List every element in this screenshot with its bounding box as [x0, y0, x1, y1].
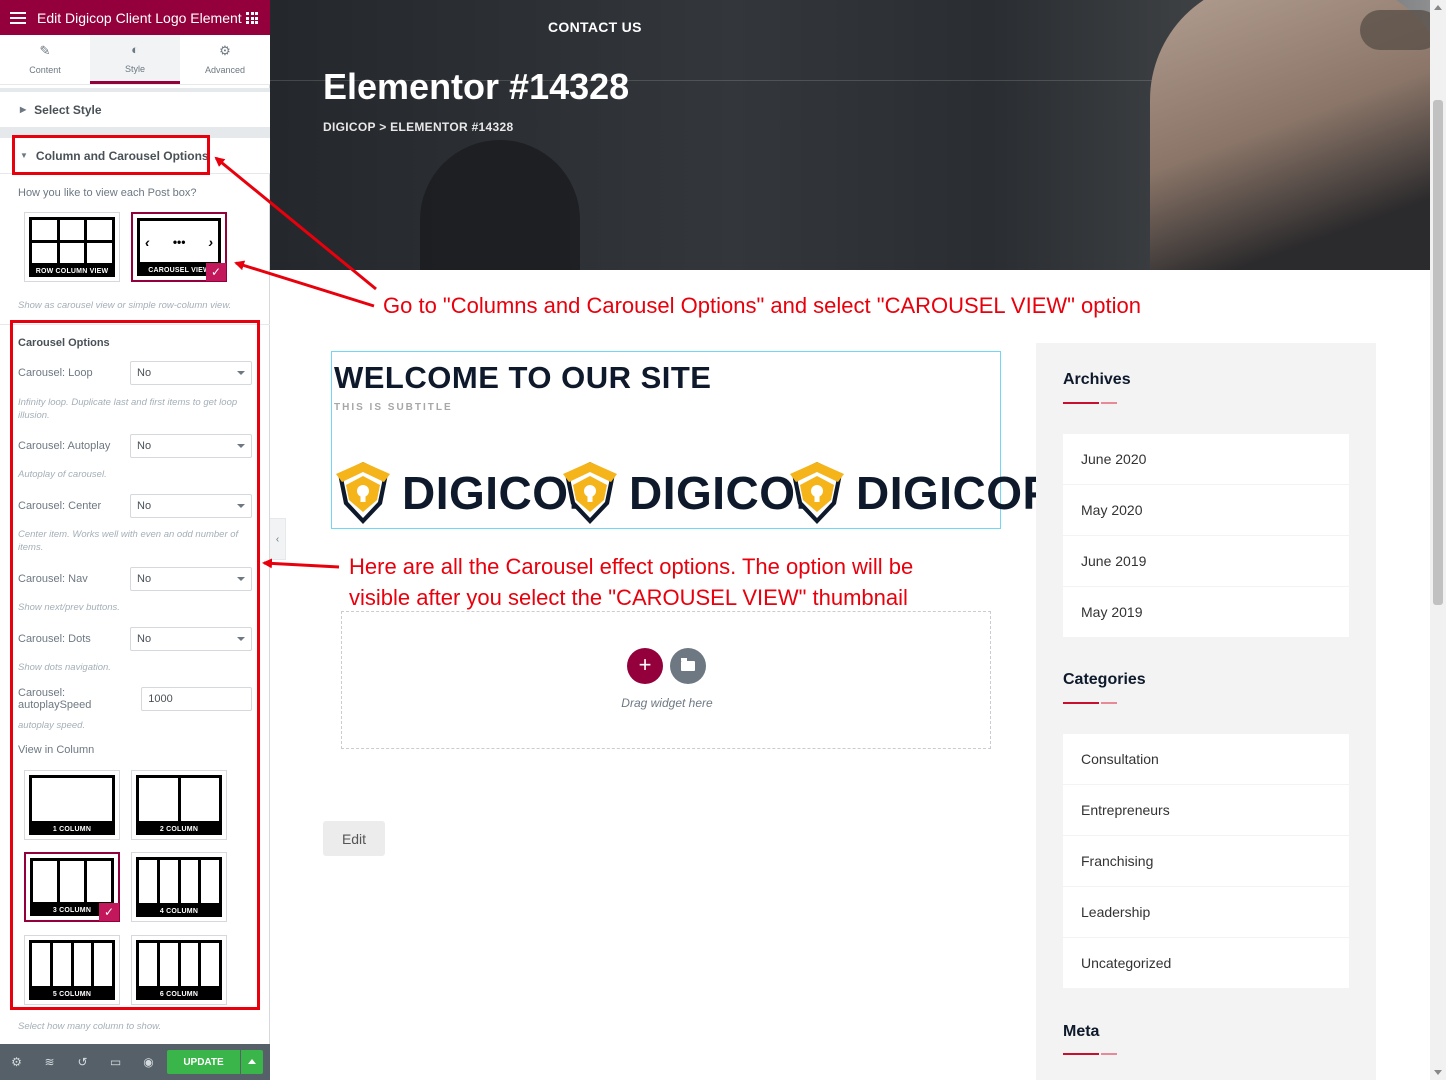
background-figure	[420, 140, 580, 270]
section-select-style[interactable]: ▶ Select Style	[0, 92, 270, 128]
annotation-highlight-box	[12, 135, 210, 175]
update-button[interactable]: UPDATE	[167, 1050, 240, 1074]
panel-header: Edit Digicop Client Logo Element	[0, 0, 270, 35]
panel-title: Edit Digicop Client Logo Element	[37, 9, 242, 26]
shield-keyhole-icon	[563, 462, 617, 524]
shield-keyhole-icon	[336, 462, 390, 524]
shield-keyhole-icon	[790, 462, 844, 524]
collapse-panel-button[interactable]: ‹	[270, 518, 286, 560]
breadcrumb: DIGICOP > ELEMENTOR #14328	[323, 120, 514, 134]
title-underline	[1063, 402, 1117, 404]
history-icon[interactable]: ↺	[66, 1055, 99, 1069]
folder-icon	[681, 658, 695, 671]
archives-list: June 2020 May 2020 June 2019 May 2019	[1063, 434, 1349, 638]
hero-banner	[270, 0, 1430, 270]
tab-content-label: Content	[29, 65, 61, 75]
plus-icon: +	[638, 652, 652, 677]
row-column-view-image: ROW COLUMN VIEW	[29, 217, 115, 277]
tab-advanced-label: Advanced	[204, 65, 246, 75]
archive-link[interactable]: May 2019	[1063, 587, 1349, 637]
panel-tabs: ✎ Content ◐ Style ⚙ Advanced	[0, 35, 270, 85]
archive-link[interactable]: May 2020	[1063, 485, 1349, 535]
pencil-icon: ✎	[39, 43, 51, 58]
annotation-note-2-line-1: Here are all the Carousel effect options…	[349, 554, 914, 579]
client-logo-text: DIGICOP	[856, 467, 1054, 519]
column-hint: Select how many column to show.	[18, 1021, 162, 1032]
section-select-style-label: Select Style	[34, 102, 102, 117]
widget-title: WELCOME TO OUR SITE	[334, 360, 712, 395]
archive-link[interactable]: June 2020	[1063, 434, 1349, 484]
widget-subtitle: THIS IS SUBTITLE	[334, 402, 453, 413]
title-underline	[1063, 702, 1117, 704]
annotation-highlight-box	[10, 320, 260, 1010]
categories-list: Consultation Entrepreneurs Franchising L…	[1063, 734, 1349, 989]
add-template-button[interactable]	[670, 648, 706, 684]
page-title: Elementor #14328	[323, 66, 630, 107]
preview-eye-icon[interactable]: ◉	[132, 1055, 165, 1069]
scroll-down-icon[interactable]	[1434, 1070, 1442, 1075]
hamburger-menu-icon[interactable]	[10, 11, 26, 24]
tab-content[interactable]: ✎ Content	[0, 35, 90, 84]
meta-title: Meta	[1063, 1023, 1100, 1040]
checkmark-icon: ✓	[206, 263, 226, 281]
tab-style[interactable]: ◐ Style	[90, 35, 180, 84]
tab-advanced[interactable]: ⚙ Advanced	[180, 35, 270, 84]
contrast-icon: ◐	[131, 41, 139, 57]
panel-footer: ⚙ ≋ ↺ ▭ ◉ UPDATE	[0, 1044, 270, 1080]
responsive-icon[interactable]: ▭	[99, 1055, 132, 1069]
update-options-button[interactable]	[241, 1050, 263, 1074]
gear-icon[interactable]: ⚙	[0, 1055, 33, 1069]
annotation-note-2-line-2: visible after you select the "CAROUSEL V…	[349, 585, 908, 610]
scroll-up-icon[interactable]	[1434, 5, 1442, 10]
archive-link[interactable]: June 2019	[1063, 536, 1349, 586]
chevron-left-icon: ‹	[275, 533, 280, 545]
edit-button[interactable]: Edit	[323, 821, 385, 856]
sunglasses-image	[1360, 10, 1430, 50]
categories-title: Categories	[1063, 671, 1146, 688]
view-question: How you like to view each Post box?	[18, 187, 197, 199]
drag-widget-text: Drag widget here	[621, 696, 713, 710]
category-link[interactable]: Franchising	[1063, 836, 1349, 886]
annotation-note-1: Go to "Columns and Carousel Options" and…	[383, 293, 1141, 318]
layers-icon[interactable]: ≋	[33, 1055, 66, 1069]
title-underline	[1063, 1053, 1117, 1055]
client-logo: DIGICOP	[786, 458, 1054, 528]
view-hint: Show as carousel view or simple row-colu…	[18, 300, 232, 311]
category-link[interactable]: Uncategorized	[1063, 938, 1349, 988]
page-scrollbar[interactable]	[1430, 0, 1446, 1080]
caret-right-icon: ▶	[20, 105, 27, 114]
row-column-view-caption: ROW COLUMN VIEW	[35, 268, 109, 275]
widget-drop-zone[interactable]: + Drag widget here	[341, 611, 991, 749]
archives-title: Archives	[1063, 371, 1131, 388]
carousel-view-option[interactable]: ‹ ••• › CAROUSEL VIEW ✓	[131, 212, 227, 282]
blog-sidebar: Archives June 2020 May 2020 June 2019 Ma…	[1036, 343, 1376, 1080]
add-section-button[interactable]: +	[627, 648, 663, 684]
category-link[interactable]: Entrepreneurs	[1063, 785, 1349, 835]
tab-style-label: Style	[124, 63, 145, 74]
category-link[interactable]: Consultation	[1063, 734, 1349, 784]
scrollbar-thumb[interactable]	[1433, 100, 1443, 605]
client-logo-widget[interactable]: WELCOME TO OUR SITE THIS IS SUBTITLE DIG…	[331, 351, 1053, 529]
category-link[interactable]: Leadership	[1063, 887, 1349, 937]
gear-icon: ⚙	[219, 43, 231, 58]
widgets-grid-icon[interactable]	[246, 12, 258, 24]
row-column-view-option[interactable]: ROW COLUMN VIEW	[24, 212, 120, 282]
nav-contact-us[interactable]: CONTACT US	[548, 19, 642, 35]
